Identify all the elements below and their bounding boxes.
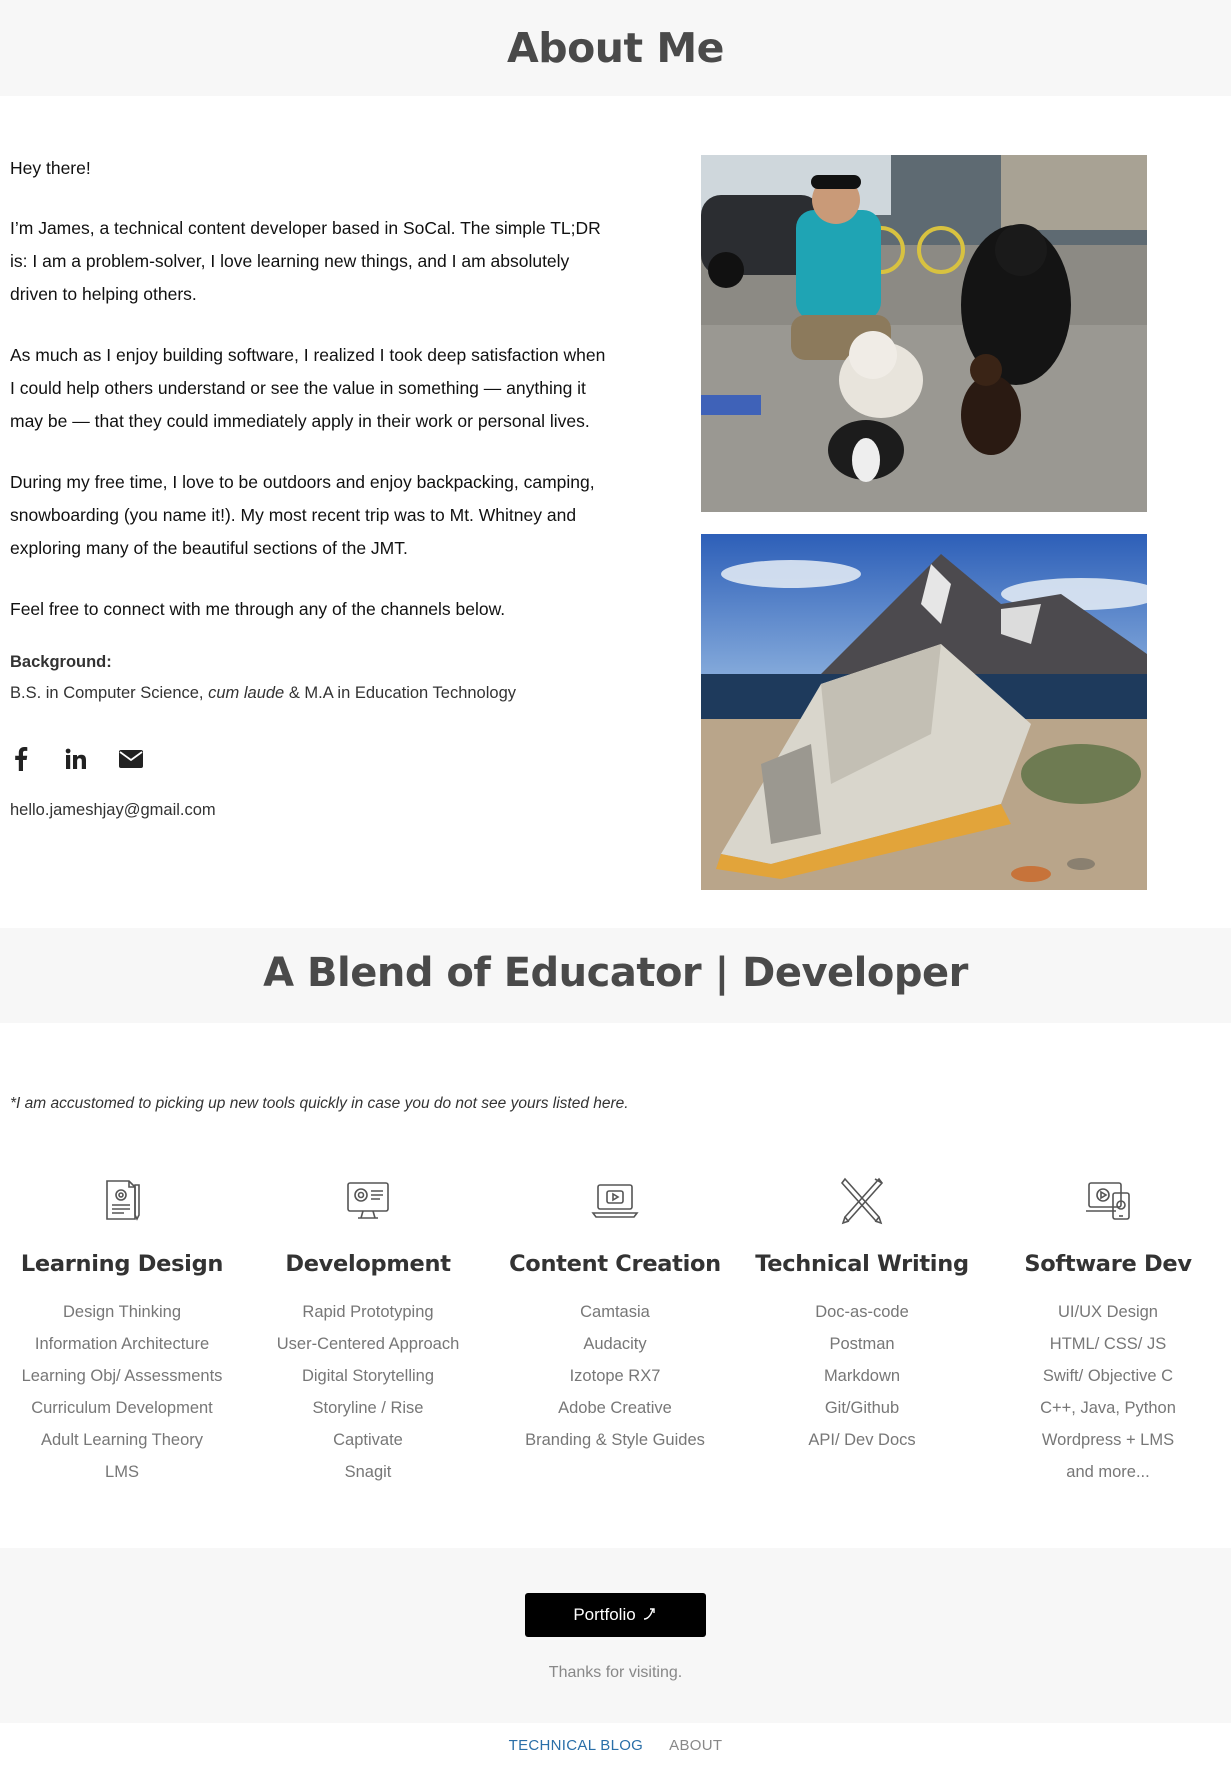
about-paragraph: During my free time, I love to be outdoo… — [10, 472, 595, 558]
about-paragraph: Feel free to connect with me through any… — [10, 599, 506, 619]
skill-item: Curriculum Development — [31, 1399, 213, 1417]
skill-item: UI/UX Design — [1058, 1303, 1158, 1321]
skill-item: Learning Obj/ Assessments — [21, 1367, 223, 1385]
nav-about[interactable]: ABOUT — [669, 1737, 722, 1778]
background-honors: cum laude — [208, 684, 285, 702]
skill-item: HTML/ CSS/ JS — [1049, 1335, 1167, 1353]
laptop-video-icon — [590, 1175, 640, 1225]
skill-item: Doc-as-code — [815, 1303, 909, 1321]
about-text: Hey there! I’m James, a technical conten… — [10, 152, 610, 654]
portfolio-button[interactable]: Portfolio — [525, 1593, 706, 1637]
blend-title: A Blend of Educator | Developer — [263, 950, 968, 996]
social-links — [8, 746, 144, 772]
envelope-icon[interactable] — [118, 746, 144, 772]
skill-title: Development — [285, 1251, 451, 1277]
skill-item: Captivate — [333, 1431, 403, 1449]
skill-item: Branding & Style Guides — [525, 1431, 705, 1449]
linkedin-icon[interactable] — [63, 746, 89, 772]
document-design-icon — [97, 1175, 147, 1225]
skill-column-software-dev: Software Dev UI/UX Design HTML/ CSS/ JS … — [988, 1175, 1228, 1488]
background-degree-2: & M.A in Education Technology — [284, 684, 516, 702]
skill-column-learning-design: Learning Design Design Thinking Informat… — [2, 1175, 242, 1488]
skill-item: Digital Storytelling — [301, 1367, 435, 1385]
about-paragraph: As much as I enjoy building software, I … — [10, 345, 606, 431]
blend-header: A Blend of Educator | Developer — [0, 928, 1231, 1023]
thanks-message: Thanks for visiting. — [548, 1664, 683, 1681]
skill-item: LMS — [105, 1463, 139, 1481]
about-section: Hey there! I’m James, a technical conten… — [0, 96, 1231, 928]
skill-item: Izotope RX7 — [569, 1367, 661, 1385]
external-link-icon — [642, 1605, 658, 1626]
devices-icon — [1083, 1175, 1133, 1225]
skill-item: User-Centered Approach — [276, 1335, 460, 1353]
skill-item: and more... — [1066, 1463, 1150, 1481]
tools-note: *I am accustomed to picking up new tools… — [10, 1095, 629, 1112]
skill-item: Rapid Prototyping — [302, 1303, 434, 1321]
background-block: Background: B.S. in Computer Science, cu… — [10, 651, 610, 704]
skill-title: Technical Writing — [755, 1251, 969, 1277]
skill-item: Postman — [829, 1335, 895, 1353]
skill-item: Storyline / Rise — [312, 1399, 424, 1417]
portfolio-label: Portfolio — [573, 1605, 636, 1624]
skill-item: Adobe Creative — [558, 1399, 672, 1417]
bottom-nav: TECHNICAL BLOG ABOUT — [0, 1723, 1231, 1778]
skill-item: Wordpress + LMS — [1041, 1431, 1175, 1449]
skill-title: Content Creation — [509, 1251, 721, 1277]
background-label: Background: — [10, 653, 112, 671]
photo-tent-mountain — [701, 534, 1147, 890]
skill-item: Information Architecture — [34, 1335, 210, 1353]
photo-with-dogs — [701, 155, 1147, 512]
skill-title: Software Dev — [1024, 1251, 1192, 1277]
monitor-gear-icon — [343, 1175, 393, 1225]
nav-technical-blog[interactable]: TECHNICAL BLOG — [509, 1737, 644, 1778]
background-degree-1: B.S. in Computer Science, — [10, 684, 209, 702]
about-title: About Me — [507, 24, 724, 72]
skill-item: C++, Java, Python — [1040, 1399, 1176, 1417]
skill-item: Snagit — [344, 1463, 392, 1481]
about-paragraph: I’m James, a technical content developer… — [10, 218, 601, 304]
crossed-pencils-icon — [837, 1175, 887, 1225]
skill-column-development: Development Rapid Prototyping User-Cente… — [248, 1175, 488, 1488]
skill-item: Audacity — [583, 1335, 647, 1353]
about-header: About Me — [0, 0, 1231, 96]
skill-item: Design Thinking — [62, 1303, 181, 1321]
skill-column-technical-writing: Technical Writing Doc-as-code Postman Ma… — [742, 1175, 982, 1456]
skill-column-content-creation: Content Creation Camtasia Audacity Izoto… — [495, 1175, 735, 1456]
footer: Portfolio Thanks for visiting. — [0, 1548, 1231, 1723]
skill-title: Learning Design — [20, 1251, 224, 1277]
skill-item: Adult Learning Theory — [40, 1431, 204, 1449]
about-paragraph: Hey there! — [10, 158, 91, 178]
skill-item: Camtasia — [580, 1303, 650, 1321]
skill-item: API/ Dev Docs — [808, 1431, 916, 1449]
background-value: B.S. in Computer Science, cum laude & M.… — [10, 682, 610, 704]
skill-item: Swift/ Objective C — [1042, 1367, 1174, 1385]
skill-item: Markdown — [823, 1367, 901, 1385]
facebook-icon[interactable] — [8, 746, 34, 772]
skill-item: Git/Github — [824, 1399, 900, 1417]
email-address[interactable]: hello.jameshjay@gmail.com — [10, 801, 216, 820]
